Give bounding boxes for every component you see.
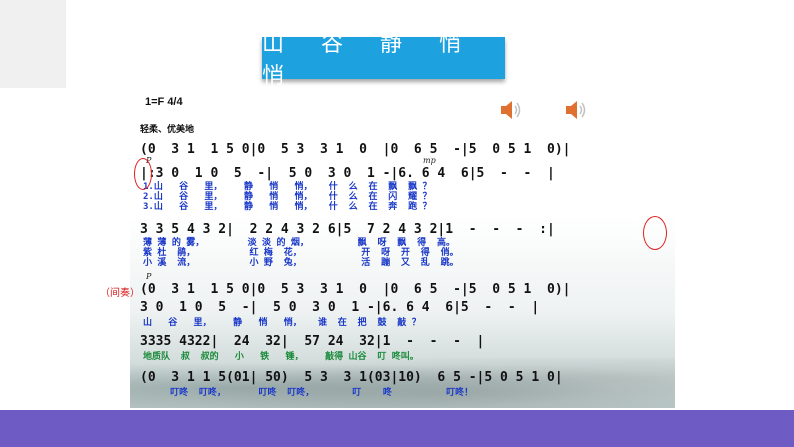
song-title-banner: 山 谷 静 悄 悄 (262, 32, 505, 89)
lyric-ending: 地质队 叔 叔的 小 铁 锤， 敲得 山谷 叮 咚叫。 (143, 352, 419, 362)
lyric-verse-1: 1.山 谷 里， 静 悄 悄， 什 么 在 飘 飘 ？ (143, 182, 432, 192)
score-line-verse-4: 3 0 1 0 5 -| 5 0 3 0 1 -|6. 6 4 6|5 - - … (140, 300, 540, 315)
score-line-coda: (0 3 1 1 5(01| 50) 5 3 3 1(03|10) 6 5 -|… (140, 370, 563, 385)
lyric-chorus-1: 薄 薄 的 雾， 淡 淡 的 烟， 飘 呀 飘 得 高。 (143, 238, 455, 248)
lyric-verse-3: 3.山 谷 里， 静 悄 悄， 什 么 在 奔 跑 ？ (143, 202, 432, 212)
dynamic-p: P (146, 272, 152, 281)
speaker-icon[interactable] (498, 97, 524, 123)
tempo-marking: 轻柔、优美地 (140, 124, 195, 134)
lyric-coda: 叮咚 叮咚， 叮咚 叮咚， 叮 咚 叮咚！ (143, 388, 474, 398)
repeat-end-highlight (643, 216, 667, 250)
song-title: 山 谷 静 悄 悄 (262, 32, 476, 89)
key-signature: 1=F 4/4 (145, 96, 183, 108)
lyric-chorus-3: 小 溪 流， 小 野 兔， 活 蹦 又 乱 跳。 (143, 258, 459, 268)
score-line-ending: 3335 4322| 24 32| 57 24 32|1 - - - | (140, 334, 485, 349)
footer-band (0, 410, 794, 447)
corner-background (0, 0, 66, 88)
interlude-label: （间奏） (100, 288, 140, 299)
score-line-verse: |:3 0 1 0 5 -| 5 0 3 0 1 -|6. 6 4 6|5 - … (140, 166, 555, 181)
repeat-start-highlight (134, 158, 152, 190)
score-line-interlude: (0 3 1 1 5 0|0 5 3 3 1 0 |0 6 5 -|5 0 5 … (140, 282, 571, 297)
lyric-chorus-2: 紫 杜 鹃， 红 梅 花， 开 呀 开 得 俏。 (143, 248, 459, 258)
score-line-intro: (0 3 1 1 5 0|0 5 3 3 1 0 |0 6 5 -|5 0 5 … (140, 142, 571, 157)
dynamic-mp: mp (423, 156, 436, 165)
lyric-verse-4: 山 谷 里， 静 悄 悄， 谁 在 把 鼓 敲 ？ (143, 318, 421, 328)
lyric-verse-2: 2.山 谷 里， 静 悄 悄， 什 么 在 闪 耀 ？ (143, 192, 432, 202)
speaker-icon[interactable] (563, 97, 589, 123)
score-line-chorus: 3 3 5 4 3 2| 2 2 4 3 2 6|5 7 2 4 3 2|1 -… (140, 222, 555, 237)
